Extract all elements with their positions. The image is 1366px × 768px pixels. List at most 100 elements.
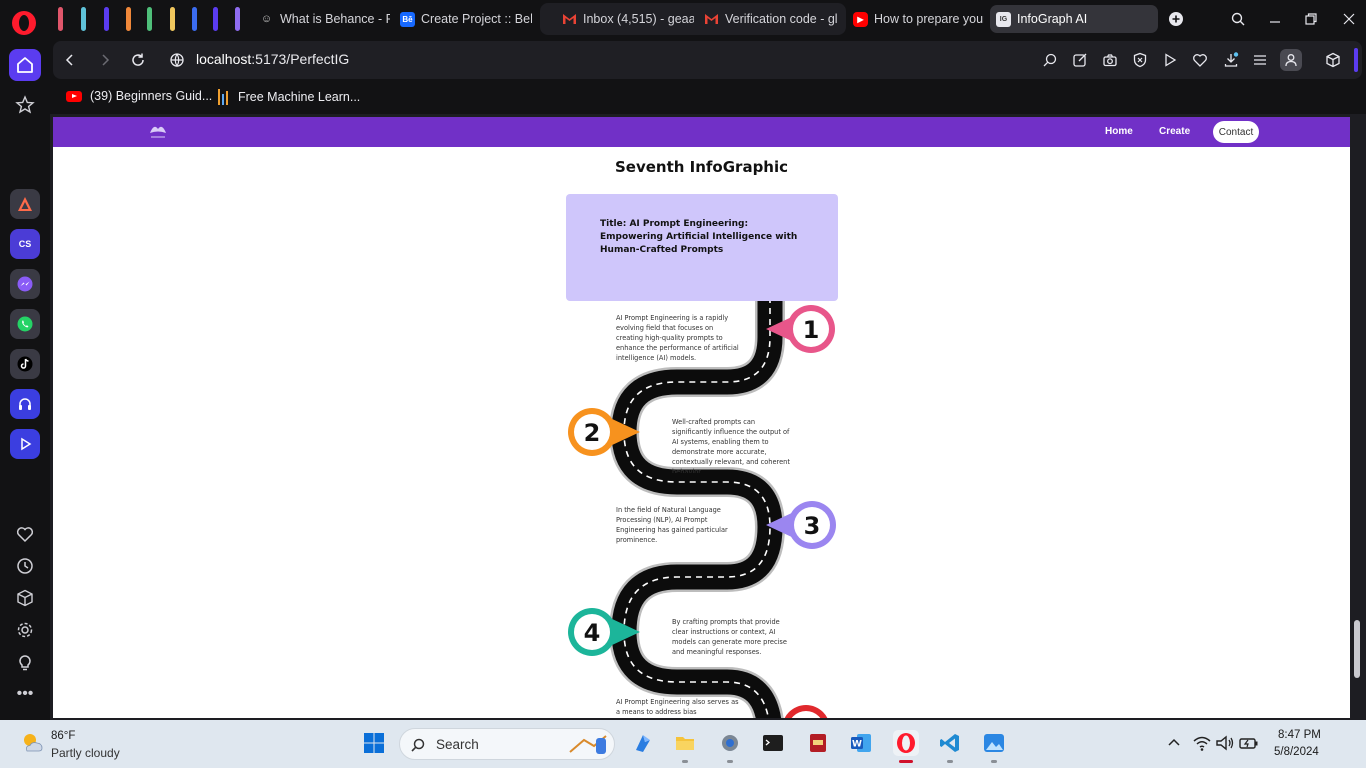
sidebar-app-whatsapp[interactable] bbox=[10, 309, 40, 339]
clock-time[interactable]: 8:47 PM bbox=[1278, 729, 1321, 741]
tab-island-pill[interactable] bbox=[235, 7, 240, 31]
easy-setup-button[interactable] bbox=[1250, 50, 1270, 70]
taskbar-app-bible[interactable] bbox=[805, 730, 831, 756]
tab-island-pill[interactable] bbox=[213, 7, 218, 31]
nav-contact-button[interactable]: Contact bbox=[1213, 121, 1259, 143]
volume-button[interactable] bbox=[1212, 730, 1238, 756]
taskbar-app-copilot[interactable] bbox=[630, 730, 656, 756]
tab-island-pill[interactable] bbox=[192, 7, 197, 31]
taskbar-app-vscode[interactable] bbox=[937, 730, 963, 756]
forward-button[interactable] bbox=[95, 50, 115, 70]
tab-gmail-inbox[interactable]: Inbox (4,515) - geaak bbox=[556, 5, 694, 33]
play-icon bbox=[21, 437, 32, 451]
sidebar-extensions-button[interactable] bbox=[9, 582, 41, 614]
star-icon bbox=[15, 95, 35, 114]
opera-logo-icon[interactable] bbox=[12, 11, 36, 35]
sidebar-app-messenger[interactable] bbox=[10, 269, 40, 299]
bookmark-item[interactable]: Free Machine Learn... bbox=[218, 89, 360, 105]
tab-youtube[interactable]: ▶ How to prepare your bbox=[847, 5, 984, 33]
show-hidden-icons-button[interactable] bbox=[1161, 730, 1187, 756]
weather-temperature[interactable]: 86°F bbox=[51, 730, 75, 742]
step-text-4: By crafting prompts that provide clear i… bbox=[672, 618, 787, 656]
new-tab-button[interactable] bbox=[1165, 8, 1187, 30]
minimize-button[interactable] bbox=[1264, 8, 1286, 30]
headphones-icon bbox=[19, 398, 31, 410]
clock-date[interactable]: 5/8/2024 bbox=[1274, 746, 1319, 758]
weather-widget[interactable] bbox=[19, 729, 47, 757]
extensions-button[interactable] bbox=[1323, 50, 1343, 70]
sidebar-app-player[interactable] bbox=[10, 429, 40, 459]
taskbar-search-box[interactable]: Search bbox=[399, 728, 615, 760]
book-icon bbox=[810, 734, 826, 752]
search-page-button[interactable] bbox=[1040, 50, 1060, 70]
shield-icon bbox=[1133, 52, 1147, 68]
tab-bar: ☺ What is Behance - Po Bē Create Project… bbox=[50, 0, 1366, 38]
tab-island-pill[interactable] bbox=[58, 7, 63, 31]
downloads-button[interactable] bbox=[1221, 50, 1241, 70]
page-scrollbar-thumb[interactable] bbox=[1354, 620, 1360, 678]
tab-behance-article[interactable]: ☺ What is Behance - Po bbox=[253, 5, 390, 33]
tab-island-pill[interactable] bbox=[126, 7, 131, 31]
tab-gmail-verification[interactable]: Verification code - gl bbox=[698, 5, 838, 33]
sidebar-app-tiktok[interactable] bbox=[10, 349, 40, 379]
chevron-up-icon bbox=[1168, 738, 1180, 746]
windows-logo-icon bbox=[364, 733, 384, 753]
sidebar-favorites-button[interactable] bbox=[9, 518, 41, 550]
sidebar-app-music[interactable] bbox=[10, 389, 40, 419]
tab-island-pill[interactable] bbox=[81, 7, 86, 31]
tiktok-icon bbox=[17, 356, 33, 372]
sidebar-tips-button[interactable] bbox=[9, 646, 41, 678]
nav-home-link[interactable]: Home bbox=[1105, 126, 1133, 137]
bookmark-button[interactable] bbox=[1190, 50, 1210, 70]
taskbar-app-opera[interactable] bbox=[893, 730, 919, 756]
taskbar-app-photos[interactable] bbox=[981, 730, 1007, 756]
tab-behance-create[interactable]: Bē Create Project :: Beha bbox=[394, 5, 532, 33]
start-button[interactable] bbox=[361, 730, 387, 756]
nav-create-link[interactable]: Create bbox=[1159, 126, 1190, 137]
bookmark-item[interactable]: (39) Beginners Guid... bbox=[66, 89, 212, 103]
tab-island-pill[interactable] bbox=[170, 7, 175, 31]
sidebar-app-aria[interactable] bbox=[10, 189, 40, 219]
heart-icon bbox=[1193, 54, 1207, 67]
bookmarks-bar: (39) Beginners Guid... Free Machine Lear… bbox=[50, 82, 1366, 114]
tab-island-pill[interactable] bbox=[104, 7, 109, 31]
tab-infograph-ai[interactable]: IG InfoGraph AI bbox=[990, 5, 1158, 33]
site-favicon: IG bbox=[996, 11, 1011, 27]
sidebar-more-button[interactable]: ••• bbox=[9, 678, 41, 710]
partly-cloudy-icon bbox=[24, 734, 43, 752]
speed-dial-button[interactable] bbox=[9, 89, 41, 121]
profile-button[interactable] bbox=[1280, 49, 1302, 71]
weather-description[interactable]: Partly cloudy bbox=[51, 746, 120, 760]
copilot-icon bbox=[636, 735, 650, 752]
camera-icon bbox=[1103, 54, 1117, 67]
battery-button[interactable] bbox=[1236, 730, 1262, 756]
sidebar-history-button[interactable] bbox=[9, 550, 41, 582]
download-icon bbox=[1224, 52, 1239, 67]
step-text-1: AI Prompt Engineering is a rapidly evolv… bbox=[616, 314, 739, 362]
close-button[interactable] bbox=[1338, 8, 1360, 30]
taskbar-app-file-explorer[interactable] bbox=[672, 730, 698, 756]
snapshot-button[interactable] bbox=[1100, 50, 1120, 70]
site-logo-icon[interactable] bbox=[145, 119, 171, 143]
sidebar-app-cs[interactable]: CS bbox=[10, 229, 40, 259]
wifi-icon bbox=[1193, 736, 1211, 751]
site-info-button[interactable] bbox=[167, 50, 187, 70]
url-field[interactable]: localhost:5173/PerfectIG bbox=[196, 51, 349, 67]
restore-button[interactable] bbox=[1300, 8, 1322, 30]
search-tabs-button[interactable] bbox=[1227, 8, 1249, 30]
running-indicator bbox=[682, 760, 688, 763]
taskbar-app-word[interactable]: W bbox=[848, 730, 874, 756]
player-button[interactable] bbox=[1160, 50, 1180, 70]
edit-button[interactable] bbox=[1070, 50, 1090, 70]
sidebar-settings-button[interactable] bbox=[9, 614, 41, 646]
home-button[interactable] bbox=[9, 49, 41, 81]
adblock-button[interactable] bbox=[1130, 50, 1150, 70]
tab-island-pill[interactable] bbox=[147, 7, 152, 31]
reload-button[interactable] bbox=[128, 50, 148, 70]
search-icon bbox=[1231, 12, 1245, 26]
taskbar-app-terminal[interactable] bbox=[760, 730, 786, 756]
user-icon bbox=[1285, 54, 1297, 67]
back-button[interactable] bbox=[60, 50, 80, 70]
taskbar-app-settings[interactable] bbox=[717, 730, 743, 756]
sidebar-toggle[interactable] bbox=[1354, 48, 1358, 72]
